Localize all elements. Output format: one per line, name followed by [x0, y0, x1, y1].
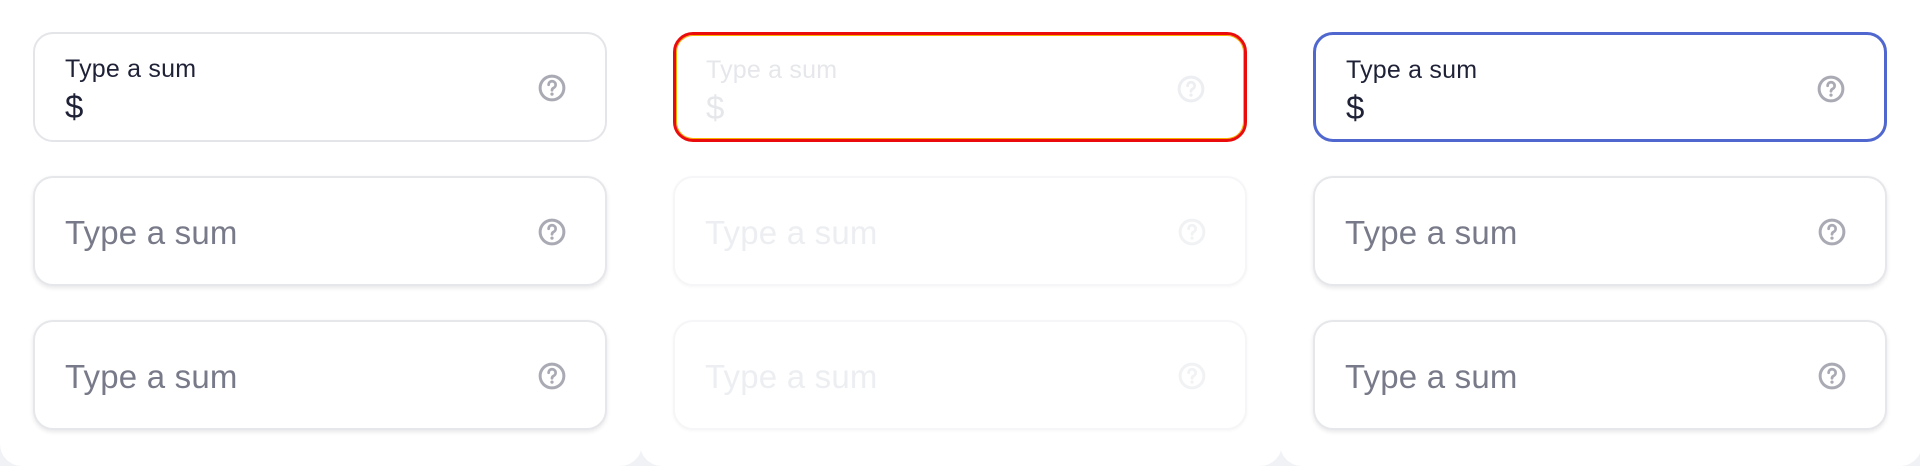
help-circle-icon	[1177, 217, 1207, 247]
sum-field-value[interactable]: $	[1346, 89, 1364, 127]
sum-input-states-canvas: Type a sum $ Type a sum Type a sum Type …	[0, 0, 1920, 466]
sum-field-placeholder: Type a sum	[65, 358, 238, 395]
error-disabled-state-panel: Type a sum $ Type a sum Type a sum	[640, 0, 1282, 466]
sum-field-empty[interactable]: Type a sum	[1313, 176, 1887, 286]
help-circle-icon[interactable]	[1176, 74, 1206, 104]
sum-field-empty[interactable]: Type a sum	[33, 320, 607, 430]
default-state-panel: Type a sum $ Type a sum Type a sum	[0, 0, 642, 466]
sum-field-empty[interactable]: Type a sum	[33, 176, 607, 286]
sum-field-disabled: Type a sum	[673, 176, 1247, 286]
help-circle-icon[interactable]	[1817, 217, 1847, 247]
sum-field-placeholder: Type a sum	[65, 214, 238, 251]
help-circle-icon[interactable]	[537, 217, 567, 247]
sum-field-label: Type a sum	[1346, 56, 1478, 84]
sum-field-value[interactable]: $	[65, 88, 83, 126]
sum-field-filled[interactable]: Type a sum $	[33, 32, 607, 142]
focused-state-panel: Type a sum $ Type a sum Type a sum	[1280, 0, 1920, 466]
sum-field-error[interactable]: Type a sum $	[673, 32, 1247, 142]
sum-field-placeholder: Type a sum	[1345, 358, 1518, 395]
help-circle-icon[interactable]	[537, 361, 567, 391]
sum-field-placeholder: Type a sum	[1345, 214, 1518, 251]
help-circle-icon	[1177, 361, 1207, 391]
sum-field-label: Type a sum	[65, 55, 197, 83]
help-circle-icon[interactable]	[1816, 74, 1846, 104]
help-circle-icon[interactable]	[537, 73, 567, 103]
sum-field-empty[interactable]: Type a sum	[1313, 320, 1887, 430]
sum-field-focused[interactable]: Type a sum $	[1313, 32, 1887, 142]
help-circle-icon[interactable]	[1817, 361, 1847, 391]
sum-field-placeholder: Type a sum	[705, 214, 878, 251]
sum-field-value[interactable]: $	[706, 89, 724, 127]
sum-field-label: Type a sum	[706, 56, 838, 84]
sum-field-disabled: Type a sum	[673, 320, 1247, 430]
sum-field-placeholder: Type a sum	[705, 358, 878, 395]
